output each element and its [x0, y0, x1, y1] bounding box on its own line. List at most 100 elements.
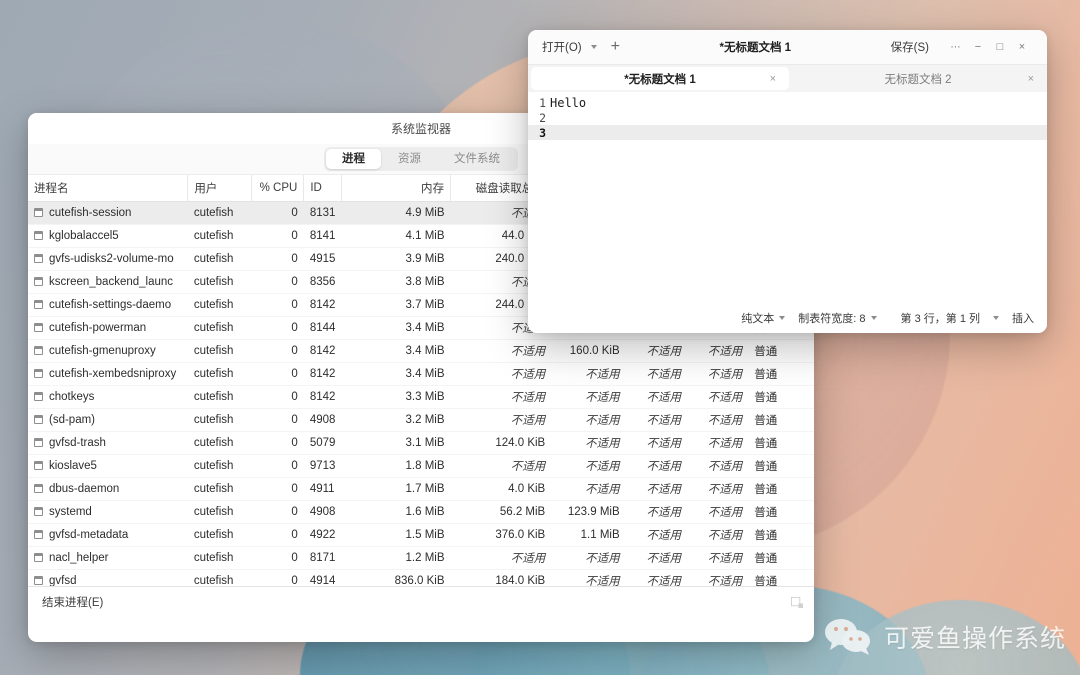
table-row[interactable]: cutefish-gmenuproxycutefish081423.4 MiB不… [28, 339, 814, 362]
close-button[interactable]: × [1011, 36, 1033, 58]
cell-read_rate: 不适用 [626, 546, 687, 569]
table-row[interactable]: gvfsdcutefish04914836.0 KiB184.0 KiB不适用不… [28, 569, 814, 586]
close-tab-icon[interactable]: × [1028, 73, 1034, 85]
tab-resources[interactable]: 资源 [382, 149, 437, 169]
cell-mem: 1.8 MiB [341, 454, 450, 477]
cell-cpu: 0 [251, 362, 304, 385]
editor-tab-1[interactable]: *无标题文档 1 × [531, 67, 789, 90]
cell-read_rate: 不适用 [626, 408, 687, 431]
table-row[interactable]: cutefish-xembedsniproxycutefish081423.4 … [28, 362, 814, 385]
tab-width-label: 制表符宽度: 8 [798, 310, 865, 326]
cell-id: 8142 [304, 362, 341, 385]
cell-id: 4914 [304, 569, 341, 586]
cell-priority: 普通 [748, 477, 814, 500]
process-name-label: cutefish-powerman [49, 322, 146, 334]
menu-button[interactable]: ⋯ [945, 36, 967, 58]
process-name-label: dbus-daemon [49, 483, 119, 495]
cell-mem: 3.7 MiB [341, 293, 450, 316]
table-row[interactable]: nacl_helpercutefish081711.2 MiB不适用不适用不适用… [28, 546, 814, 569]
table-row[interactable]: dbus-daemoncutefish049111.7 MiB4.0 KiB不适… [28, 477, 814, 500]
open-button[interactable]: 打开(O) [542, 39, 582, 55]
column-header-user[interactable]: 用户 [188, 175, 251, 201]
cell-mem: 3.4 MiB [341, 362, 450, 385]
window-title: 系统监视器 [391, 120, 451, 137]
process-window-icon [34, 254, 43, 263]
line-number: 2 [528, 111, 548, 125]
sort-descending-icon[interactable] [438, 186, 444, 190]
cell-id: 8171 [304, 546, 341, 569]
cell-user: cutefish [188, 569, 251, 586]
tab-processes[interactable]: 进程 [326, 149, 381, 169]
process-name-cell: systemd [34, 506, 182, 518]
editor-tab-2[interactable]: 无标题文档 2 × [789, 65, 1047, 92]
cell-disk_read: 184.0 KiB [451, 569, 552, 586]
cell-read_rate: 不适用 [626, 500, 687, 523]
cell-disk_write: 不适用 [551, 546, 625, 569]
close-tab-icon[interactable]: × [770, 73, 776, 85]
process-name-cell: cutefish-gmenuproxy [34, 345, 182, 357]
process-name-label: cutefish-xembedsniproxy [49, 368, 176, 380]
editor-header-bar[interactable]: 打开(O) + *无标题文档 1 保存(S) ⋯ − □ × [528, 30, 1047, 65]
cell-read_rate: 不适用 [626, 385, 687, 408]
chevron-down-icon[interactable] [871, 316, 877, 320]
column-header-cpu[interactable]: % CPU [251, 175, 304, 201]
table-row[interactable]: chotkeyscutefish081423.3 MiB不适用不适用不适用不适用… [28, 385, 814, 408]
save-button[interactable]: 保存(S) [891, 39, 929, 55]
cell-priority: 普通 [748, 500, 814, 523]
tab-width-selector[interactable]: 制表符宽度: 8 [798, 310, 876, 326]
chevron-down-icon[interactable] [779, 316, 785, 320]
table-row[interactable]: gvfsd-metadatacutefish049221.5 MiB376.0 … [28, 523, 814, 546]
column-header-label: ID [310, 182, 322, 194]
table-row[interactable]: systemdcutefish049081.6 MiB56.2 MiB123.9… [28, 500, 814, 523]
cell-mem: 1.6 MiB [341, 500, 450, 523]
tab-filesystems[interactable]: 文件系统 [438, 149, 516, 169]
view-tabs[interactable]: 进程 资源 文件系统 [324, 147, 518, 171]
process-name-cell: chotkeys [34, 391, 182, 403]
table-row[interactable]: gvfsd-trashcutefish050793.1 MiB124.0 KiB… [28, 431, 814, 454]
end-process-button[interactable]: 结束进程(E) [42, 594, 103, 610]
cell-name: gvfsd-trash [28, 431, 188, 454]
maximize-button[interactable]: □ [989, 36, 1011, 58]
column-header-mem[interactable]: 内存 [341, 175, 450, 201]
code-line[interactable]: 1Hello [528, 95, 1047, 110]
cell-cpu: 0 [251, 546, 304, 569]
insert-mode-label[interactable]: 插入 [1012, 310, 1034, 326]
table-row[interactable]: (sd-pam)cutefish049083.2 MiB不适用不适用不适用不适用… [28, 408, 814, 431]
cell-name: cutefish-gmenuproxy [28, 339, 188, 362]
line-number: 1 [528, 96, 548, 110]
cell-id: 8144 [304, 316, 341, 339]
new-tab-button[interactable]: + [611, 39, 620, 55]
cell-priority: 普通 [748, 385, 814, 408]
cell-id: 4915 [304, 247, 341, 270]
process-name-label: chotkeys [49, 391, 94, 403]
text-editor-window[interactable]: 打开(O) + *无标题文档 1 保存(S) ⋯ − □ × *无标题文档 1 … [528, 30, 1047, 333]
cell-cpu: 0 [251, 339, 304, 362]
process-window-icon [34, 576, 43, 585]
process-window-icon [34, 438, 43, 447]
cell-cpu: 0 [251, 385, 304, 408]
chevron-down-icon[interactable] [591, 45, 597, 49]
code-line[interactable]: 2 [528, 110, 1047, 125]
column-header-label: 进程名 [34, 183, 69, 195]
system-monitor-statusbar: 结束进程(E) [28, 586, 814, 616]
cell-priority: 普通 [748, 339, 814, 362]
language-selector[interactable]: 纯文本 [741, 310, 785, 326]
code-line[interactable]: 3 [528, 125, 1047, 140]
cell-disk_read: 不适用 [451, 546, 552, 569]
process-name-cell: gvfsd-metadata [34, 529, 182, 541]
resize-grip-icon[interactable] [791, 596, 804, 609]
cell-name: cutefish-settings-daemo [28, 293, 188, 316]
column-header-name[interactable]: 进程名 [28, 175, 188, 201]
editor-tab-bar[interactable]: *无标题文档 1 × 无标题文档 2 × [528, 65, 1047, 92]
chevron-down-icon[interactable] [993, 316, 999, 320]
cell-mem: 3.2 MiB [341, 408, 450, 431]
column-header-id[interactable]: ID [304, 175, 341, 201]
process-name-label: cutefish-settings-daemo [49, 299, 171, 311]
cell-write_rate: 不适用 [687, 523, 748, 546]
cell-cpu: 0 [251, 247, 304, 270]
cursor-position-selector[interactable]: 第 3 行，第 1 列 [901, 310, 999, 326]
minimize-button[interactable]: − [967, 36, 989, 58]
table-row[interactable]: kioslave5cutefish097131.8 MiB不适用不适用不适用不适… [28, 454, 814, 477]
editor-text-area[interactable]: 1Hello23 [528, 92, 1047, 303]
cell-name: dbus-daemon [28, 477, 188, 500]
